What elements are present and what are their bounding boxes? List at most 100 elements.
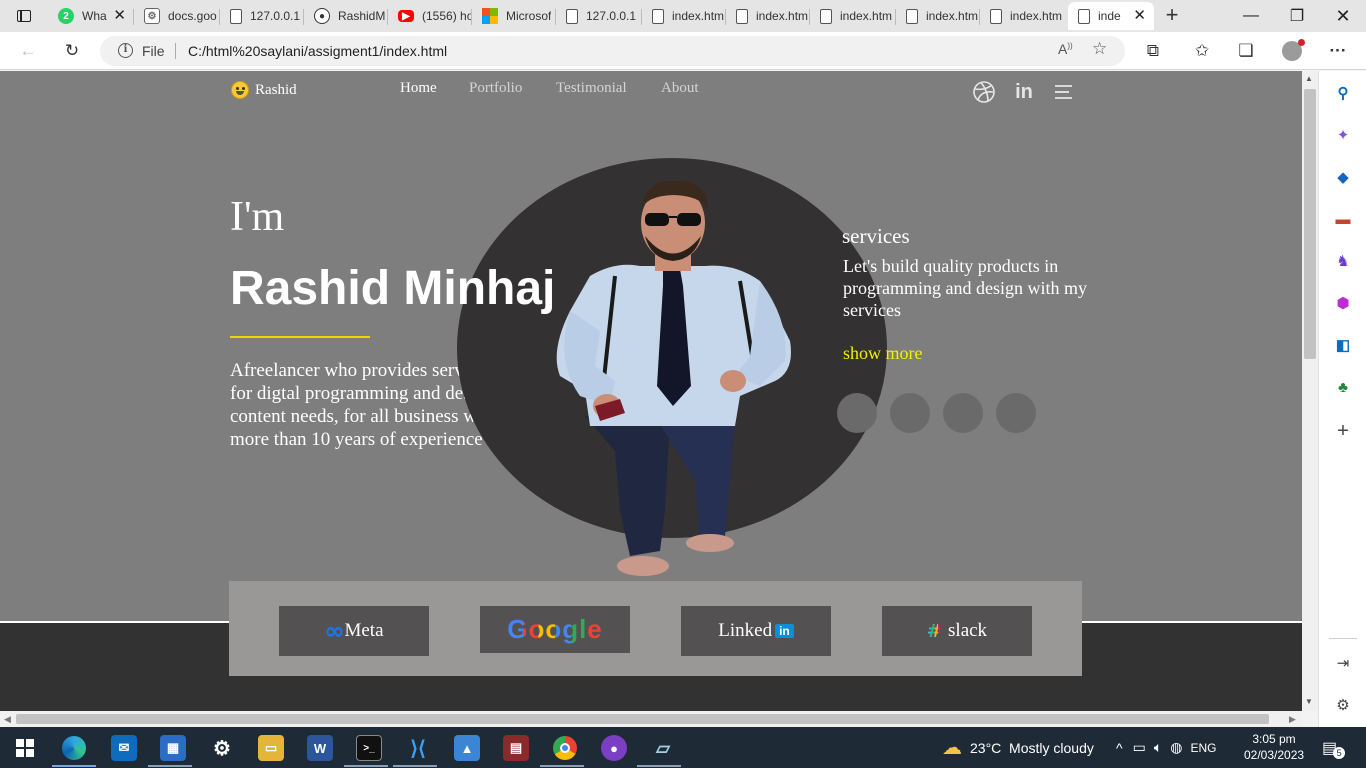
tab-localhost-2[interactable]: 127.0.0.1 xyxy=(556,2,642,30)
carousel-dot[interactable] xyxy=(996,393,1036,433)
github-desktop-icon[interactable]: ● xyxy=(601,735,627,761)
mail-icon[interactable]: ✉ xyxy=(111,735,137,761)
profile-avatar[interactable] xyxy=(1280,39,1305,63)
slack-icon: # xyxy=(926,620,943,642)
carousel-dot[interactable] xyxy=(837,393,877,433)
word-icon[interactable]: W xyxy=(307,735,333,761)
minimize-button[interactable]: — xyxy=(1228,0,1274,32)
clock[interactable]: 3:05 pm 02/03/2023 xyxy=(1244,731,1304,763)
notepad-icon[interactable]: ▱ xyxy=(650,735,676,761)
outlook-icon[interactable]: ◧ xyxy=(1333,335,1353,355)
linkedin-logo[interactable]: Linked in xyxy=(681,606,831,656)
hamburger-menu-icon[interactable] xyxy=(1050,79,1076,105)
copilot-sparkle-icon[interactable]: ✦ xyxy=(1333,125,1353,145)
google-wordmark: Google xyxy=(507,614,603,644)
tab-microsoft[interactable]: Microsof xyxy=(472,2,556,30)
settings-gear-icon[interactable]: ⚙ xyxy=(1333,695,1353,715)
company-logos-panel: ∞ Meta Google Linked in # slack xyxy=(229,581,1082,676)
whatsapp-icon: 2 xyxy=(58,8,74,24)
volume-icon[interactable]: 🔈︎ xyxy=(1154,739,1162,756)
add-favorite-icon[interactable]: ☆ xyxy=(1092,39,1107,59)
microsoft-365-icon[interactable]: ⬢ xyxy=(1333,293,1353,313)
tab-index-active[interactable]: inde ✕ xyxy=(1068,2,1154,30)
restore-button[interactable]: ❐ xyxy=(1274,0,1320,32)
weather-widget[interactable]: ☁ 23°C Mostly cloudy xyxy=(942,727,1094,768)
language-indicator[interactable]: ENG xyxy=(1190,741,1216,755)
meta-logo[interactable]: ∞ Meta xyxy=(279,606,429,656)
info-icon[interactable]: i xyxy=(118,43,133,58)
chrome-icon[interactable] xyxy=(552,735,578,761)
tab-index-5[interactable]: index.htm xyxy=(980,2,1066,30)
extensions-icon[interactable]: ⧉ xyxy=(1141,39,1165,63)
battery-icon[interactable]: ▭ xyxy=(1133,739,1146,756)
tab-label: inde xyxy=(1098,9,1121,23)
carousel-dot[interactable] xyxy=(890,393,930,433)
vscode-icon[interactable]: ⟩⟨ xyxy=(405,735,431,761)
vertical-scroll-thumb[interactable] xyxy=(1304,89,1316,359)
tab-label: Microsof xyxy=(506,9,552,23)
store-icon[interactable]: ▦ xyxy=(160,735,186,761)
new-tab-button[interactable]: + xyxy=(1160,4,1184,28)
read-aloud-icon[interactable]: A)) xyxy=(1058,41,1073,57)
tab-whatsapp[interactable]: 2 Wha ✕ xyxy=(48,2,134,30)
dribbble-icon[interactable] xyxy=(971,79,997,105)
back-arrow-icon[interactable]: ← xyxy=(16,39,40,63)
settings-icon[interactable]: ⚙ xyxy=(209,735,235,761)
more-menu-icon[interactable]: ··· xyxy=(1326,39,1350,63)
google-logo[interactable]: Google xyxy=(480,606,630,653)
tab-youtube[interactable]: ▶ (1556) ho xyxy=(388,2,472,30)
horizontal-scrollbar[interactable]: ◀ ▶ xyxy=(0,711,1302,727)
github-icon: ● xyxy=(314,8,330,24)
nav-home[interactable]: Home xyxy=(400,80,437,97)
tab-index-3[interactable]: index.htm xyxy=(810,2,896,30)
tab-github[interactable]: ● RashidM xyxy=(304,2,388,30)
show-more-link[interactable]: show more xyxy=(843,343,923,364)
nav-testimonial[interactable]: Testimonial xyxy=(556,80,627,97)
slack-logo[interactable]: # slack xyxy=(882,606,1032,656)
tab-index-2[interactable]: index.htm xyxy=(726,2,810,30)
brand-logo[interactable]: Rashid xyxy=(231,81,297,99)
address-bar[interactable]: i File C:/html%20saylani/assigment1/inde… xyxy=(100,36,1125,66)
tab-index-4[interactable]: index.htm xyxy=(896,2,980,30)
search-icon[interactable]: ⚲ xyxy=(1333,83,1353,103)
linkedin-label: Linked xyxy=(718,620,773,641)
terminal-icon[interactable]: >_ xyxy=(356,735,382,761)
tab-actions-icon[interactable] xyxy=(8,4,40,28)
chevron-up-icon[interactable]: ^ xyxy=(1116,740,1123,756)
collections-icon[interactable]: ❏ xyxy=(1234,39,1258,63)
photos-icon[interactable]: ▲ xyxy=(454,735,480,761)
refresh-icon[interactable]: ↻ xyxy=(60,39,84,63)
nav-about[interactable]: About xyxy=(661,80,699,97)
document-icon xyxy=(652,8,664,24)
shopping-tag-icon[interactable]: ◆ xyxy=(1333,167,1353,187)
edge-sidebar: ⚲ ✦ ◆ ▬ ♞ ⬢ ◧ ♣ + ⇥ ⚙ xyxy=(1318,71,1366,727)
nav-portfolio[interactable]: Portfolio xyxy=(469,80,522,97)
carousel-dot[interactable] xyxy=(943,393,983,433)
file-explorer-icon[interactable]: ▭ xyxy=(258,735,284,761)
close-tab-icon[interactable]: ✕ xyxy=(113,8,126,23)
linkedin-icon[interactable]: in xyxy=(1011,79,1037,105)
windows-start-icon[interactable] xyxy=(12,735,38,761)
tab-docs[interactable]: ⚙ docs.goo xyxy=(134,2,220,30)
close-tab-icon[interactable]: ✕ xyxy=(1133,8,1146,23)
favorites-icon[interactable]: ✩ xyxy=(1190,39,1214,63)
vertical-scrollbar[interactable]: ▲ ▼ xyxy=(1302,71,1318,711)
games-icon[interactable]: ♞ xyxy=(1333,251,1353,271)
horizontal-scroll-thumb[interactable] xyxy=(16,714,1269,724)
url-text[interactable]: C:/html%20saylani/assigment1/index.html xyxy=(188,43,447,59)
edge-browser-icon[interactable] xyxy=(61,735,87,761)
network-globe-icon[interactable]: ◍ xyxy=(1170,739,1182,756)
tab-index-1[interactable]: index.htm xyxy=(642,2,726,30)
winrar-icon[interactable]: ▤ xyxy=(503,735,529,761)
tab-localhost-1[interactable]: 127.0.0.1 xyxy=(220,2,304,30)
system-tray: ^ ▭ 🔈︎ ◍ ENG xyxy=(1116,727,1216,768)
close-window-button[interactable]: ✕ xyxy=(1320,0,1366,32)
add-sidebar-app-icon[interactable]: + xyxy=(1333,420,1353,442)
tab-label: index.htm xyxy=(1010,9,1063,23)
tools-icon[interactable]: ▬ xyxy=(1333,209,1353,229)
tab-label: RashidM xyxy=(338,9,386,23)
sidebar-collapse-icon[interactable]: ⇥ xyxy=(1333,653,1353,673)
notification-center[interactable]: ▤ 5 xyxy=(1322,727,1346,768)
drop-tree-icon[interactable]: ♣ xyxy=(1333,377,1353,397)
slack-label: slack xyxy=(948,620,988,641)
